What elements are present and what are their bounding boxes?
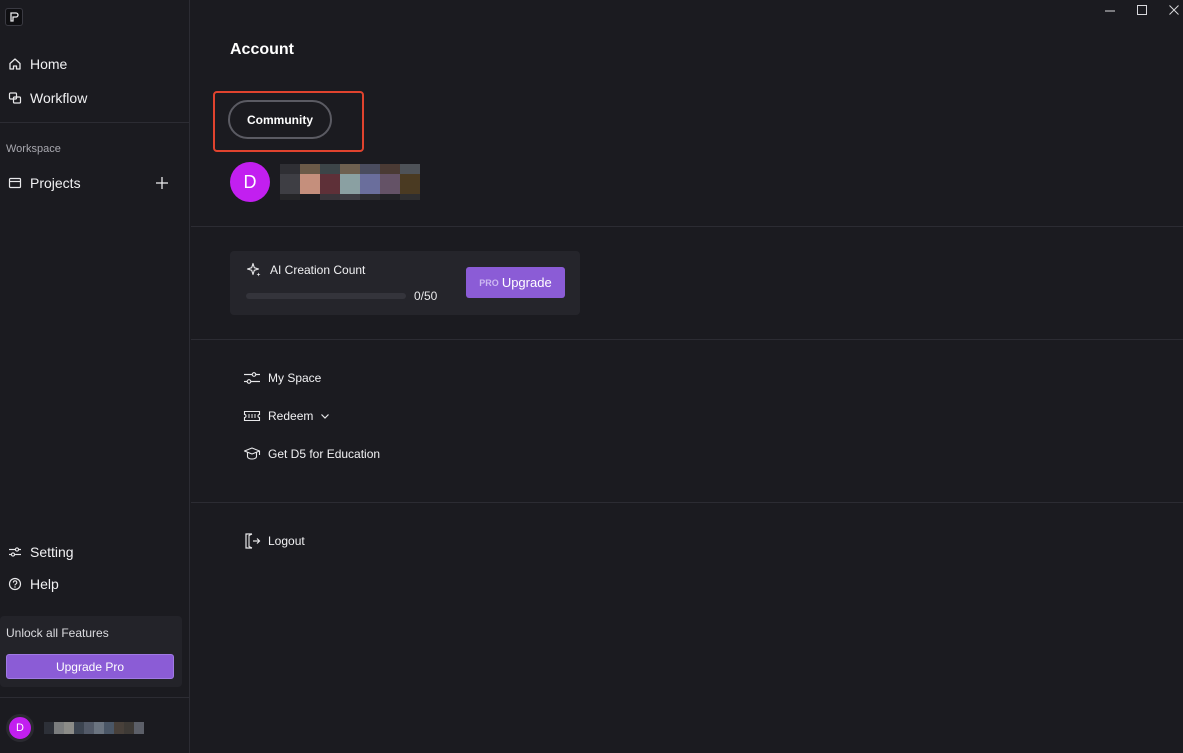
app-logo-icon[interactable]	[5, 8, 23, 26]
nav-workflow-label: Workflow	[30, 90, 88, 106]
nav-setting[interactable]: Setting	[0, 538, 190, 566]
ai-creation-progress	[246, 293, 406, 299]
my-space-item[interactable]: My Space	[242, 367, 321, 389]
upgrade-button[interactable]: PRO Upgrade	[466, 267, 565, 298]
user-avatar[interactable]: D	[230, 162, 270, 202]
user-avatar-small: D	[6, 714, 34, 742]
logout-label: Logout	[268, 534, 305, 548]
sidebar: Home Workflow Workspace Projects Setting…	[0, 0, 190, 753]
workspace-label: Workspace	[6, 143, 61, 155]
nav-home-label: Home	[30, 56, 68, 72]
graduation-cap-icon	[242, 445, 262, 463]
workflow-icon	[7, 90, 23, 106]
projects-icon	[7, 175, 23, 191]
upgrade-label: Upgrade	[501, 275, 552, 290]
logout-icon	[242, 532, 262, 550]
community-button[interactable]: Community	[228, 100, 332, 139]
section-divider	[191, 502, 1183, 503]
nav-workflow[interactable]: Workflow	[0, 84, 190, 112]
education-item[interactable]: Get D5 for Education	[242, 443, 380, 465]
upgrade-pro-button[interactable]: Upgrade Pro	[6, 654, 174, 679]
close-icon[interactable]	[1167, 3, 1181, 17]
home-icon	[7, 56, 23, 72]
sparkle-icon	[246, 262, 262, 278]
redeem-item[interactable]: Redeem	[242, 405, 331, 427]
my-space-label: My Space	[268, 371, 322, 385]
maximize-icon[interactable]	[1135, 3, 1149, 17]
setting-sliders-icon	[7, 544, 23, 560]
sidebar-divider	[0, 122, 190, 123]
chevron-down-icon	[319, 410, 331, 422]
add-project-icon[interactable]	[154, 175, 170, 191]
section-divider	[191, 339, 1183, 340]
help-icon	[7, 576, 23, 592]
section-divider	[191, 226, 1183, 227]
sliders-icon	[242, 369, 262, 387]
nav-setting-label: Setting	[30, 544, 74, 560]
redeem-label: Redeem	[268, 409, 314, 423]
ticket-icon	[242, 407, 262, 425]
page-title: Account	[230, 41, 294, 58]
sidebar-user[interactable]: D	[6, 714, 186, 742]
nav-home[interactable]: Home	[0, 50, 190, 78]
minimize-icon[interactable]	[1103, 3, 1117, 17]
nav-help[interactable]: Help	[0, 570, 190, 598]
ai-creation-card: AI Creation Count 0/50 PRO Upgrade	[230, 251, 580, 315]
unlock-features-panel: Unlock all Features Upgrade Pro	[0, 616, 182, 687]
ai-creation-label: AI Creation Count	[270, 263, 366, 277]
sidebar-bottom-divider	[0, 697, 190, 698]
unlock-features-title: Unlock all Features	[6, 626, 109, 640]
redacted-username-small	[44, 722, 144, 734]
nav-projects-label: Projects	[30, 175, 81, 191]
nav-help-label: Help	[30, 576, 59, 592]
ai-creation-count: 0/50	[414, 289, 438, 303]
logout-item[interactable]: Logout	[242, 530, 305, 552]
education-label: Get D5 for Education	[268, 447, 381, 461]
pro-badge: PRO	[479, 277, 499, 288]
redacted-username	[280, 164, 420, 200]
